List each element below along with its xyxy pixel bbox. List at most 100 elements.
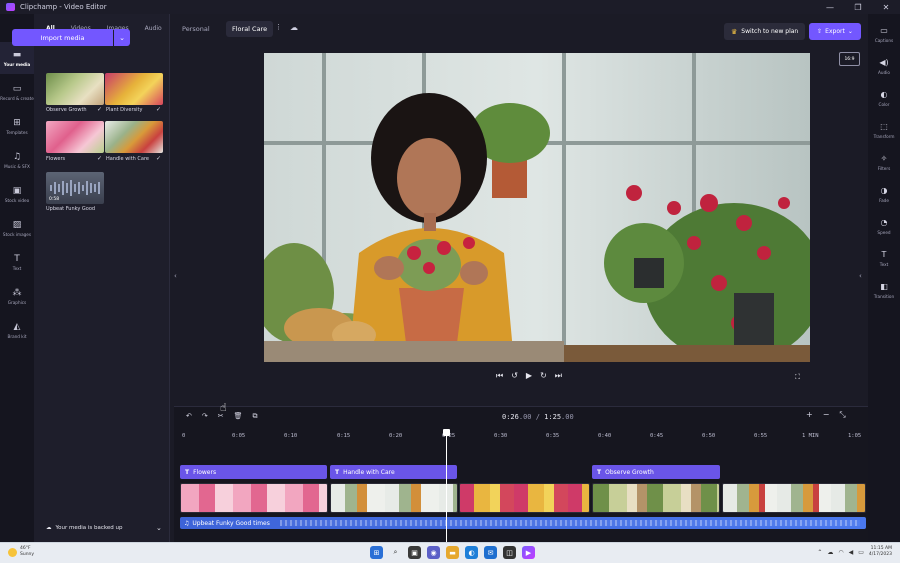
weather-widget[interactable]: 46°F Sunny xyxy=(8,546,34,558)
redo-icon[interactable]: ↷ xyxy=(202,412,208,421)
minimize-button[interactable]: — xyxy=(816,0,844,14)
media-thumbnail-upbeat-funky-good[interactable]: 0:58 xyxy=(46,172,104,204)
panel-item-filters[interactable]: ✧ Filters xyxy=(868,146,900,178)
edge-browser-icon[interactable]: ◐ xyxy=(465,546,478,559)
fullscreen-icon[interactable]: ⛶ xyxy=(795,373,800,382)
panel-item-label: Color xyxy=(878,101,890,107)
panel-item-speed[interactable]: ◔ Speed xyxy=(868,210,900,242)
media-thumbnail-observe-growth[interactable] xyxy=(46,73,104,105)
zoom-in-icon[interactable]: + xyxy=(806,410,813,420)
switch-plan-button[interactable]: ♛ Switch to new plan xyxy=(724,23,806,40)
current-time: 0:26 xyxy=(502,413,519,421)
window-controls: — ❐ ✕ xyxy=(816,0,900,14)
play-icon[interactable]: ▶ xyxy=(526,371,532,381)
panel-item-audio[interactable]: ◀) Audio xyxy=(868,50,900,82)
title-clip-label: Flowers xyxy=(193,468,217,476)
video-frame-image xyxy=(264,53,810,362)
video-preview[interactable] xyxy=(264,53,810,362)
rail-item-music-sfx[interactable]: ♫ Music & SFX xyxy=(0,144,34,176)
audio-waveform xyxy=(280,520,860,526)
search-icon[interactable]: ⌕ xyxy=(389,546,402,559)
rail-item-stock-video[interactable]: ▣ Stock video xyxy=(0,178,34,210)
chevron-down-icon[interactable]: ⌄ xyxy=(156,524,162,532)
volume-icon[interactable]: ◀ xyxy=(849,549,854,556)
rail-item-text[interactable]: T Text xyxy=(0,246,34,278)
media-thumbnail-handle-with-care[interactable] xyxy=(105,121,163,153)
text-clip-icon: T xyxy=(335,468,340,476)
rail-item-templates[interactable]: ⊞ Templates xyxy=(0,110,34,142)
taskbar-clock[interactable]: 11:15 AM 4/17/2023 xyxy=(869,546,892,558)
panel-item-color[interactable]: ◐ Color xyxy=(868,82,900,114)
project-name-field[interactable]: Floral Care xyxy=(226,21,274,37)
check-icon: ✓ xyxy=(97,155,103,162)
battery-icon[interactable]: ▭ xyxy=(858,549,864,556)
store-icon[interactable]: ◫ xyxy=(503,546,516,559)
media-thumbnail-flowers[interactable] xyxy=(46,121,104,153)
rewind-5s-icon[interactable]: ↺ xyxy=(511,371,518,381)
audio-clip-upbeat-funky[interactable]: ♫ Upbeat Funky Good times xyxy=(180,517,866,529)
delete-icon[interactable]: 🗑 xyxy=(234,412,243,421)
import-media-button[interactable]: Import media xyxy=(12,29,113,46)
video-clip-plant-diversity[interactable] xyxy=(459,483,590,513)
more-options-icon[interactable]: ⋮ xyxy=(275,23,282,31)
onedrive-icon[interactable]: ☁ xyxy=(827,549,833,556)
undo-icon[interactable]: ↶ xyxy=(186,412,192,421)
title-clip-observe-growth[interactable]: T Observe Growth xyxy=(592,465,720,479)
rail-item-stock-images[interactable]: ▨ Stock images xyxy=(0,212,34,244)
panel-item-transform[interactable]: ⬚ Transform xyxy=(868,114,900,146)
rail-item-your-media[interactable]: ▬ Your media xyxy=(0,42,34,74)
title-clip-flowers[interactable]: T Flowers xyxy=(180,465,327,479)
panel-item-text[interactable]: T Text xyxy=(868,242,900,274)
duplicate-icon[interactable]: ⧉ xyxy=(253,412,258,421)
chevron-up-icon[interactable]: ⌃ xyxy=(817,549,822,556)
breadcrumb-personal[interactable]: Personal xyxy=(182,25,210,33)
file-explorer-icon[interactable]: ▬ xyxy=(446,546,459,559)
playhead-handle[interactable] xyxy=(443,429,450,436)
wifi-icon[interactable]: ◠ xyxy=(838,549,843,556)
rail-item-label: Graphics xyxy=(7,299,27,305)
image-icon: ▨ xyxy=(12,219,22,230)
video-clip-handle-with-care-2[interactable] xyxy=(722,483,866,513)
left-navigation-rail: ▬ Your media ▭ Record & create ⊞ Templat… xyxy=(0,14,34,542)
windows-start-icon[interactable]: ⊞ xyxy=(370,546,383,559)
fit-timeline-icon[interactable]: ⤡ xyxy=(839,410,845,420)
ruler-tick: 0:45 xyxy=(650,433,664,439)
media-thumbnail-plant-diversity[interactable] xyxy=(105,73,163,105)
forward-5s-icon[interactable]: ↻ xyxy=(540,371,547,381)
title-clip-handle-with-care[interactable]: T Handle with Care xyxy=(330,465,457,479)
zoom-out-icon[interactable]: − xyxy=(823,410,830,420)
folder-icon: ▬ xyxy=(12,49,22,60)
video-clip-flowers[interactable] xyxy=(180,483,328,513)
tab-audio[interactable]: Audio xyxy=(145,25,162,32)
skip-back-icon[interactable]: ⏮ xyxy=(496,371,503,381)
brand-kit-icon: ◭ xyxy=(13,321,21,332)
video-clip-handle-with-care[interactable] xyxy=(330,483,458,513)
filters-icon: ✧ xyxy=(880,153,888,163)
rail-item-label: Your media xyxy=(3,61,31,67)
export-button[interactable]: ⇧ Export ⌄ xyxy=(809,23,861,40)
clipchamp-taskbar-icon[interactable]: ▶ xyxy=(522,546,535,559)
collapse-right-panel-icon[interactable]: ‹ xyxy=(859,272,862,280)
ruler-tick: 0:10 xyxy=(284,433,298,439)
rail-item-brand-kit[interactable]: ◭ Brand kit xyxy=(0,314,34,346)
skip-forward-icon[interactable]: ⏭ xyxy=(555,371,562,381)
panel-item-transition[interactable]: ◧ Transition xyxy=(868,274,900,306)
check-icon: ✓ xyxy=(156,155,162,162)
aspect-ratio-button[interactable]: 16:9 xyxy=(839,52,860,66)
panel-item-label: Transform xyxy=(873,133,895,139)
close-button[interactable]: ✕ xyxy=(872,0,900,14)
text-icon: T xyxy=(14,253,20,264)
timeline-zoom-controls: + − ⤡ xyxy=(806,410,846,420)
rail-item-record-create[interactable]: ▭ Record & create xyxy=(0,76,34,108)
panel-item-fade[interactable]: ◑ Fade xyxy=(868,178,900,210)
teams-chat-icon[interactable]: ◉ xyxy=(427,546,440,559)
rail-item-label: Brand kit xyxy=(7,333,27,339)
panel-item-captions[interactable]: ▭ Captions xyxy=(868,18,900,50)
video-clip-observe-growth[interactable] xyxy=(592,483,720,513)
rail-item-graphics[interactable]: ⁂ Graphics xyxy=(0,280,34,312)
outlook-icon[interactable]: ✉ xyxy=(484,546,497,559)
collapse-left-panel-icon[interactable]: ‹ xyxy=(174,272,177,280)
task-view-icon[interactable]: ▣ xyxy=(408,546,421,559)
maximize-button[interactable]: ❐ xyxy=(844,0,872,14)
import-dropdown-button[interactable]: ⌄ xyxy=(114,29,130,46)
